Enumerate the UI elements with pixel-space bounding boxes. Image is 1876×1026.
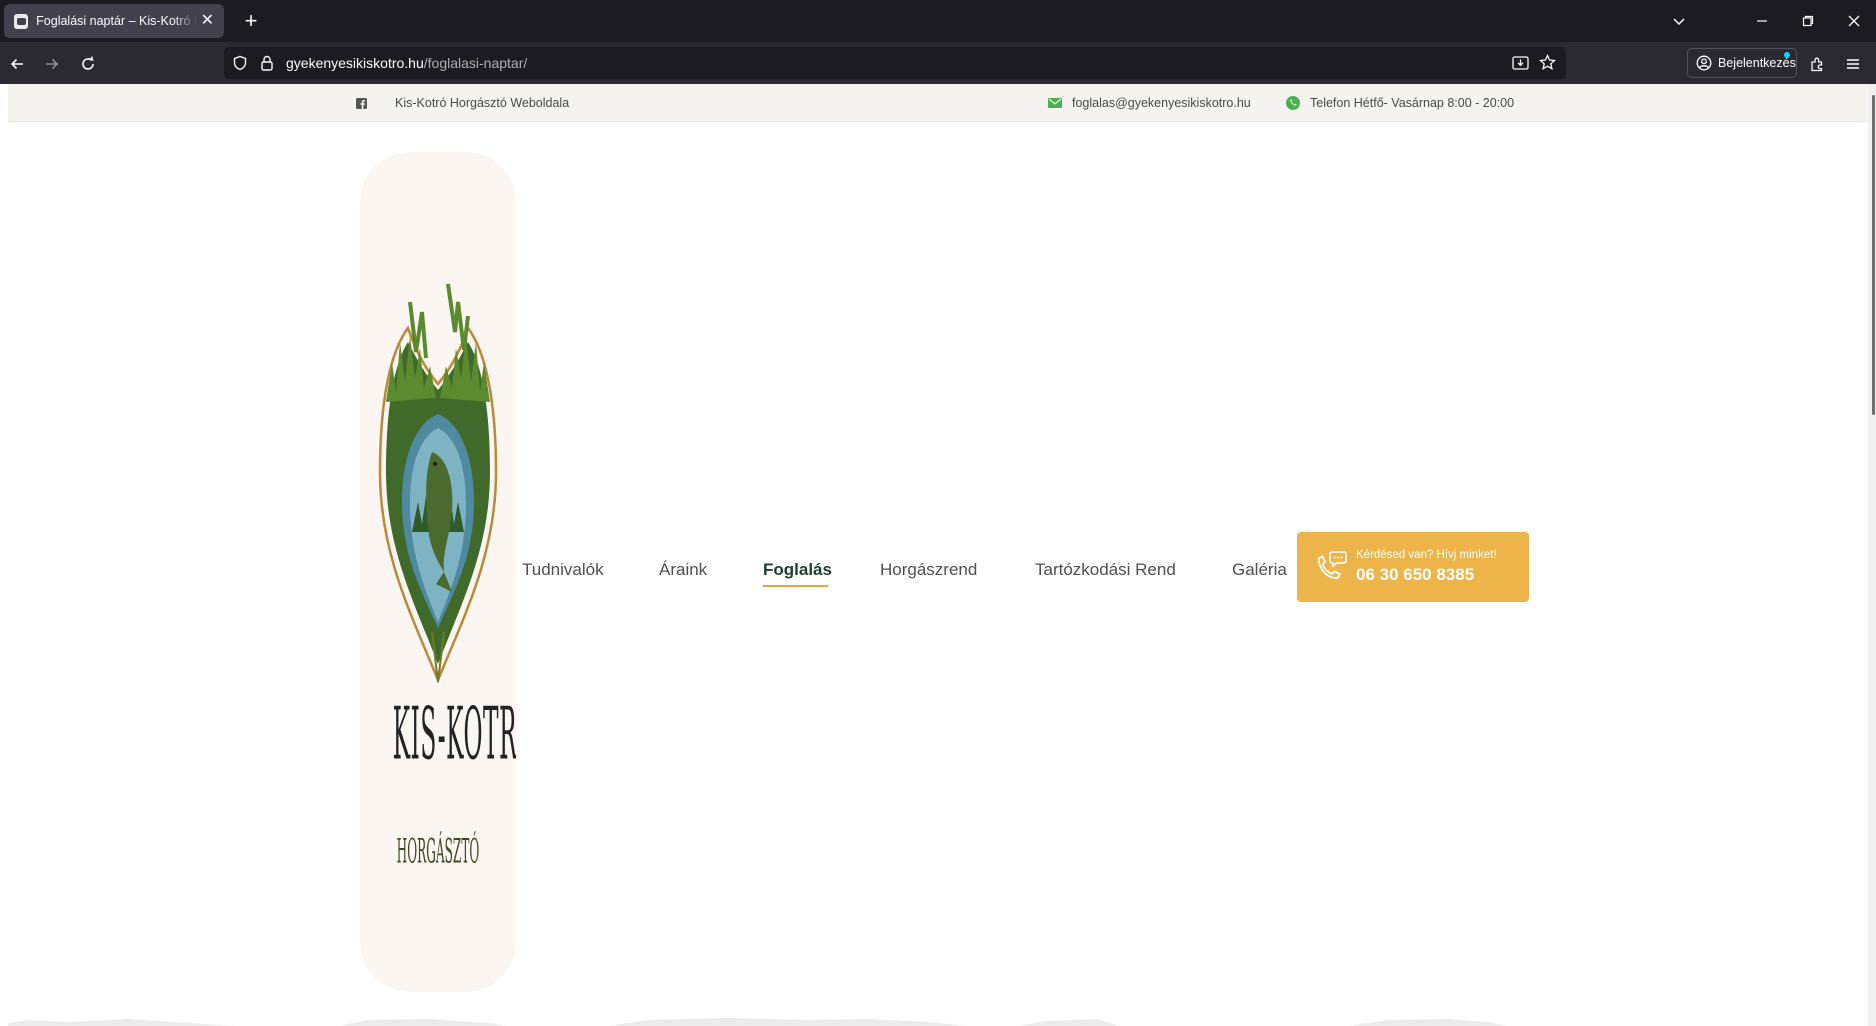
signin-label: Bejelentkezés [1718,56,1796,70]
tab-close-icon[interactable]: ✕ [201,13,214,29]
account-icon [1696,55,1712,71]
email-link[interactable]: foglalas@gyekenyesikiskotro.hu [1048,96,1251,110]
phone-green-icon [1286,96,1300,110]
browser-tab-bar: Foglalási naptár – Kis-Kotró Horgásztó ✕… [0,0,1876,42]
site-logo[interactable]: KIS-KOTRÓ HORGÁSZTÓ [360,152,516,992]
phone-hours-info: Telefon Hétfő- Vasárnap 8:00 - 20:00 [1286,96,1514,110]
restore-icon[interactable] [1785,0,1831,42]
extensions-icon[interactable] [1802,49,1832,79]
facebook-icon [356,97,367,109]
address-bar[interactable]: gyekenyesikiskotro.hu/foglalasi-naptar/ [224,47,1566,79]
url-host: gyekenyesikiskotro.hu [286,55,424,71]
list-all-tabs-icon[interactable] [1656,0,1702,42]
url-path: /foglalasi-naptar/ [423,55,528,71]
nav-menu-item-active[interactable]: Foglalás [763,560,832,580]
envelope-icon [1048,98,1062,108]
reload-icon[interactable] [73,49,103,79]
save-to-pocket-icon[interactable] [1512,55,1529,76]
heart-forest-fish-logo-icon [378,283,498,684]
phone-hours-text: Telefon Hétfő- Vasárnap 8:00 - 20:00 [1310,96,1515,110]
grass-divider-decoration [8,1018,1508,1026]
info-top-bar: Kis-Kotró Horgásztó Weboldala foglalas@g… [8,84,1868,122]
active-menu-underline [763,585,828,587]
notification-dot [1784,52,1790,58]
site-name-text: Kis-Kotró Horgásztó Weboldala [395,96,570,110]
facebook-link[interactable]: Kis-Kotró Horgásztó Weboldala [356,96,569,110]
nav-menu-item[interactable]: Tartózkodási Rend [1035,560,1176,580]
site-favicon-icon [14,13,29,29]
tab-title: Foglalási naptár – Kis-Kotró Horgásztó [36,14,196,28]
browser-toolbar: gyekenyesikiskotro.hu/foglalasi-naptar/ … [0,42,1876,84]
back-arrow-icon[interactable] [2,49,32,79]
nav-menu-item[interactable]: Áraink [659,560,707,580]
close-window-icon[interactable] [1831,0,1876,42]
nav-menu-item[interactable]: Tudnivalók [522,560,604,580]
cta-question-text: Kérdésed van? Hívj minket! [1356,549,1497,561]
email-text: foglalas@gyekenyesikiskotro.hu [1072,96,1251,110]
lock-icon[interactable] [260,55,274,76]
browser-tab[interactable]: Foglalási naptár – Kis-Kotró Horgásztó ✕ [4,4,224,38]
logo-title-text: KIS-KOTRÓ [392,693,516,777]
forward-arrow-icon[interactable] [37,49,67,79]
nav-menu-item[interactable]: Galéria [1232,560,1287,580]
nav-menu-item[interactable]: Horgászrend [880,560,977,580]
cta-phone-number: 06 30 650 8385 [1356,565,1475,584]
logo-subtitle-text: HORGÁSZTÓ [396,833,480,872]
menu-hamburger-icon[interactable] [1838,49,1868,79]
new-tab-icon[interactable]: + [238,8,264,34]
call-us-button[interactable]: Kérdésed van? Hívj minket! 06 30 650 838… [1297,532,1529,602]
minimize-icon[interactable] [1739,0,1785,42]
bookmark-star-icon[interactable] [1538,53,1557,76]
tracking-protection-shield-icon[interactable] [232,55,248,76]
account-signin-button[interactable]: Bejelentkezés [1687,48,1797,78]
scrollbar-thumb[interactable] [1872,95,1875,415]
url-text: gyekenyesikiskotro.hu/foglalasi-naptar/ [286,55,527,71]
phone-chat-icon [1313,550,1347,589]
page-viewport: Kis-Kotró Horgásztó Weboldala foglalas@g… [8,84,1868,1026]
